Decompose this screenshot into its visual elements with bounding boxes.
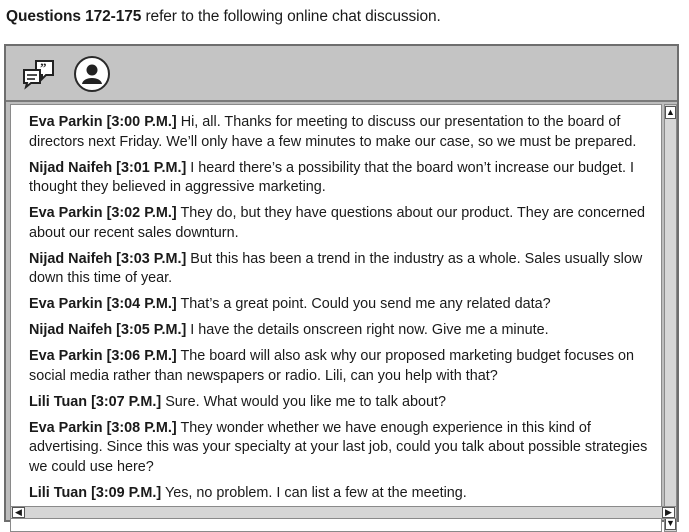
chat-message: Nijad Naifeh [3:01 P.M.] I heard there’s… (29, 159, 653, 198)
message-sender: Eva Parkin [3:00 P.M.] (29, 114, 177, 130)
message-sender: Eva Parkin [3:06 P.M.] (29, 348, 177, 364)
vertical-scrollbar[interactable]: ▲ ▼ (664, 104, 677, 532)
instruction-rest: refer to the following online chat discu… (141, 8, 441, 25)
chat-message: Eva Parkin [3:04 P.M.] That’s a great po… (29, 295, 653, 315)
chat-message: Lili Tuan [3:07 P.M.] Sure. What would y… (29, 393, 653, 413)
message-text: That’s a great point. Could you send me … (176, 296, 551, 312)
chat-toolbar: ” (6, 46, 677, 102)
question-range: Questions 172-175 (6, 8, 142, 25)
message-text: I have the details onscreen right now. G… (186, 322, 549, 338)
message-sender: Nijad Naifeh [3:03 P.M.] (29, 250, 187, 267)
chat-message: Eva Parkin [3:02 P.M.] They do, but they… (29, 204, 653, 243)
message-text: Yes, no problem. I can list a few at the… (161, 484, 467, 501)
instruction-text: Questions 172-175 refer to the following… (6, 8, 441, 26)
message-sender: Eva Parkin [3:04 P.M.] (29, 296, 177, 312)
horizontal-scrollbar[interactable]: ◀ ▶ (10, 506, 677, 519)
chat-message: Lili Tuan [3:09 P.M.] Yes, no problem. I… (29, 484, 653, 504)
chat-message: Nijad Naifeh [3:03 P.M.] But this has be… (29, 250, 653, 289)
message-sender: Lili Tuan [3:07 P.M.] (29, 393, 162, 410)
chat-message: Eva Parkin [3:08 P.M.] They wonder wheth… (29, 419, 653, 478)
scroll-right-icon[interactable]: ▶ (662, 507, 675, 518)
message-text: Sure. What would you like me to talk abo… (161, 393, 446, 410)
scroll-left-icon[interactable]: ◀ (12, 507, 25, 518)
chat-window: ” Eva Parkin [3:00 P.M.] Hi, all. Thanks… (4, 44, 679, 532)
chat-message: Nijad Naifeh [3:05 P.M.] I have the deta… (29, 321, 653, 341)
message-sender: Lili Tuan [3:09 P.M.] (29, 484, 162, 501)
message-list: Eva Parkin [3:00 P.M.] Hi, all. Thanks f… (29, 113, 653, 510)
chat-icon[interactable]: ” (22, 58, 54, 90)
scroll-up-icon[interactable]: ▲ (665, 106, 676, 119)
message-sender: Eva Parkin [3:02 P.M.] (29, 205, 177, 221)
user-icon[interactable] (74, 56, 110, 92)
chat-message: Eva Parkin [3:00 P.M.] Hi, all. Thanks f… (29, 113, 653, 152)
message-sender: Nijad Naifeh [3:05 P.M.] (29, 322, 187, 338)
message-sender: Nijad Naifeh [3:01 P.M.] (29, 159, 187, 176)
chat-transcript: Eva Parkin [3:00 P.M.] Hi, all. Thanks f… (10, 104, 662, 532)
message-sender: Eva Parkin [3:08 P.M.] (29, 419, 177, 436)
chat-message: Eva Parkin [3:06 P.M.] The board will al… (29, 347, 653, 386)
